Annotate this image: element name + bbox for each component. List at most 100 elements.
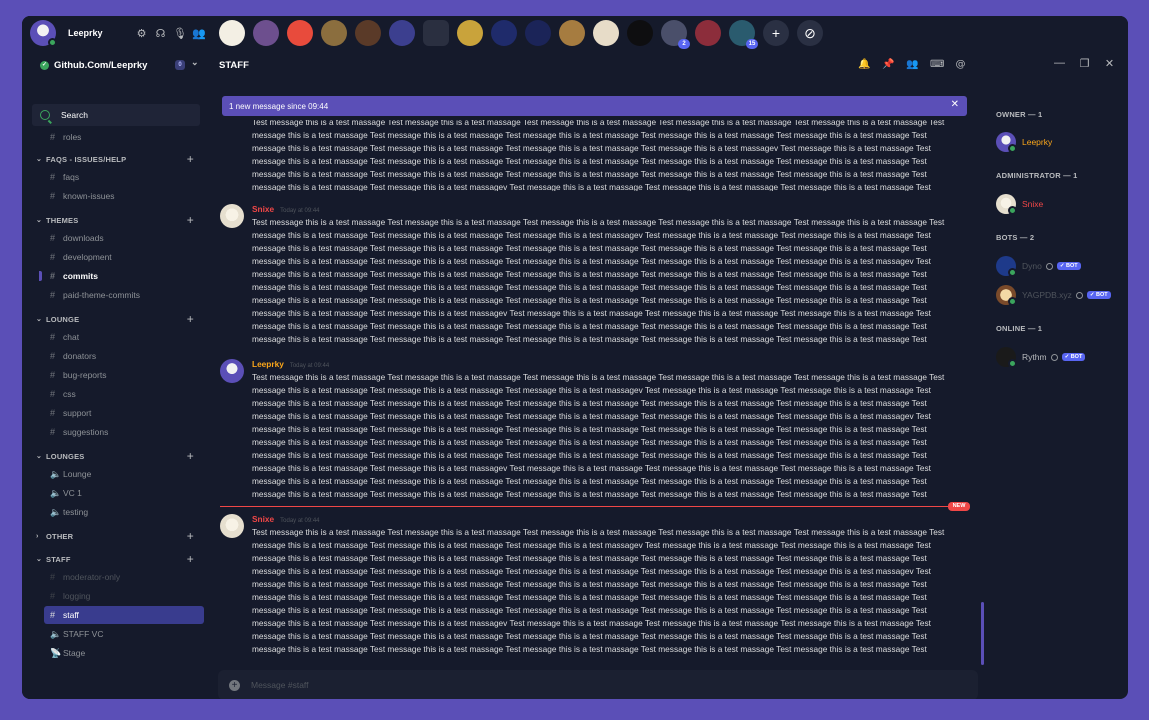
channel-commits[interactable]: # commits bbox=[44, 267, 204, 285]
category-lounge[interactable]: ⌄ LOUNGE + bbox=[36, 312, 204, 326]
add-channel-icon[interactable]: + bbox=[187, 552, 194, 566]
channel-css[interactable]: # css bbox=[44, 385, 204, 403]
channel-label: Stage bbox=[63, 648, 86, 658]
category-label: THEMES bbox=[46, 215, 79, 225]
channel-support[interactable]: # support bbox=[44, 404, 204, 422]
verified-icon: ✓ bbox=[40, 60, 49, 70]
maximize-icon[interactable]: ❐ bbox=[1078, 57, 1091, 70]
server-icon[interactable] bbox=[525, 20, 551, 46]
channel-faqs[interactable]: # faqs bbox=[44, 168, 204, 186]
headphones-icon[interactable]: ☊ bbox=[154, 27, 167, 40]
voice-channel-testing[interactable]: 🔈 testing bbox=[44, 503, 204, 521]
chevron-down-icon: ⌄ bbox=[36, 156, 43, 163]
new-messages-text: 1 new message since 09:44 bbox=[229, 101, 329, 111]
server-icon[interactable] bbox=[355, 20, 381, 46]
server-icon[interactable] bbox=[695, 20, 721, 46]
mention-icon[interactable]: @ bbox=[954, 58, 967, 71]
friends-icon[interactable]: 👥 bbox=[192, 27, 206, 40]
server-icon[interactable] bbox=[219, 20, 245, 46]
channel-known-issues[interactable]: # known-issues bbox=[44, 187, 204, 205]
channel-suggestions[interactable]: # suggestions bbox=[44, 423, 204, 441]
category-lounges[interactable]: ⌄ LOUNGES + bbox=[36, 449, 204, 463]
channel-roles[interactable]: # roles bbox=[44, 128, 204, 146]
server-icon[interactable] bbox=[491, 20, 517, 46]
mention-badge: 2 bbox=[678, 39, 690, 49]
server-icon[interactable] bbox=[457, 20, 483, 46]
message-input[interactable]: Message #staff bbox=[251, 680, 309, 690]
message-author-avatar[interactable] bbox=[220, 359, 244, 383]
add-attachment-icon[interactable]: + bbox=[229, 679, 240, 691]
channel-bug-reports[interactable]: # bug-reports bbox=[44, 366, 204, 384]
category-staff[interactable]: ⌄ STAFF + bbox=[36, 552, 204, 566]
avatar bbox=[996, 347, 1017, 368]
member-bot-dyno[interactable]: Dyno ✓ BOT bbox=[996, 254, 1081, 278]
channel-label: testing bbox=[63, 507, 89, 517]
channel-donators[interactable]: # donators bbox=[44, 347, 204, 365]
voice-channel-vc1[interactable]: 🔈 VC 1 bbox=[44, 484, 204, 502]
message-header: Snixe Today at 09:44 bbox=[252, 204, 320, 214]
voice-channel-staff-vc[interactable]: 🔈 STAFF VC bbox=[44, 625, 204, 643]
voice-channel-lounge[interactable]: 🔈 Lounge bbox=[44, 465, 204, 483]
channel-paid-theme-commits[interactable]: # paid-theme-commits bbox=[44, 286, 204, 304]
new-messages-bar[interactable]: 1 new message since 09:44 ✕ bbox=[222, 96, 967, 116]
hash-icon: # bbox=[50, 252, 56, 262]
add-channel-icon[interactable]: + bbox=[187, 449, 194, 463]
search-input[interactable]: Search bbox=[32, 104, 200, 126]
user-avatar[interactable] bbox=[30, 20, 57, 47]
minimize-icon[interactable]: — bbox=[1053, 57, 1066, 69]
channel-logging[interactable]: # logging bbox=[44, 587, 204, 605]
keyboard-icon[interactable]: ⌨ bbox=[930, 58, 944, 71]
member-rythm[interactable]: Rythm ✓ BOT bbox=[996, 345, 1086, 369]
member-admin[interactable]: Snixe bbox=[996, 192, 1043, 216]
server-icon[interactable] bbox=[253, 20, 279, 46]
add-channel-icon[interactable]: + bbox=[187, 312, 194, 326]
chevron-down-icon[interactable]: ⌄ bbox=[191, 57, 199, 68]
server-icon[interactable] bbox=[627, 20, 653, 46]
channel-development[interactable]: # development bbox=[44, 248, 204, 266]
add-channel-icon[interactable]: + bbox=[187, 213, 194, 227]
message-author[interactable]: Snixe bbox=[252, 204, 274, 214]
pin-icon[interactable]: 📌 bbox=[882, 58, 895, 71]
server-icon[interactable] bbox=[321, 20, 347, 46]
server-icon[interactable] bbox=[423, 20, 449, 46]
guild-header[interactable]: ✓ Github.Com/Leeprky 0 ⌄ bbox=[22, 52, 212, 78]
channel-label: downloads bbox=[63, 233, 104, 243]
user-panel[interactable]: Leeprky bbox=[30, 20, 103, 47]
message-author-avatar[interactable] bbox=[220, 204, 244, 228]
message-timestamp: Today at 09:44 bbox=[289, 363, 330, 369]
message-composer[interactable]: + Message #staff bbox=[218, 670, 978, 699]
message-text: Test message this is a test massage Test… bbox=[252, 372, 945, 499]
bell-icon[interactable]: 🔔 bbox=[858, 58, 871, 71]
channel-chat[interactable]: # chat bbox=[44, 328, 204, 346]
add-channel-icon[interactable]: + bbox=[187, 529, 194, 543]
category-faqs[interactable]: ⌄ FAQS - ISSUES/HELP + bbox=[36, 152, 204, 166]
member-bot-yagpdb[interactable]: YAGPDB.xyz ✓ BOT bbox=[996, 283, 1111, 307]
server-icon[interactable] bbox=[389, 20, 415, 46]
server-icon[interactable] bbox=[287, 20, 313, 46]
close-icon[interactable]: ✕ bbox=[951, 99, 959, 110]
explore-servers-icon[interactable]: ⊘ bbox=[797, 20, 823, 46]
server-icon[interactable] bbox=[559, 20, 585, 46]
channel-moderator-only[interactable]: # moderator-only bbox=[44, 568, 204, 586]
member-owner[interactable]: Leeprky bbox=[996, 130, 1052, 154]
channel-downloads[interactable]: # downloads bbox=[44, 229, 204, 247]
gear-icon[interactable]: ⚙ bbox=[135, 27, 148, 40]
category-themes[interactable]: ⌄ THEMES + bbox=[36, 213, 204, 227]
channel-staff[interactable]: # staff bbox=[44, 606, 204, 624]
message-author-avatar[interactable] bbox=[220, 514, 244, 538]
server-icon[interactable]: 15 bbox=[729, 20, 758, 49]
message-author[interactable]: Leeprky bbox=[252, 359, 284, 369]
microphone-icon[interactable]: 🎙 bbox=[173, 27, 187, 40]
server-icon[interactable] bbox=[593, 20, 619, 46]
category-other[interactable]: › OTHER + bbox=[36, 529, 204, 543]
member-group-bots: BOTS — 2 bbox=[996, 233, 1035, 242]
add-channel-icon[interactable]: + bbox=[187, 152, 194, 166]
close-icon[interactable]: ✕ bbox=[1103, 57, 1116, 70]
add-server-icon[interactable]: + bbox=[763, 20, 789, 46]
members-icon[interactable]: 👥 bbox=[906, 58, 919, 71]
avatar bbox=[220, 514, 244, 538]
stage-channel[interactable]: 📡 Stage bbox=[44, 644, 204, 662]
server-icon[interactable]: 2 bbox=[661, 20, 690, 49]
message-author[interactable]: Snixe bbox=[252, 514, 274, 524]
avatar bbox=[996, 132, 1017, 153]
